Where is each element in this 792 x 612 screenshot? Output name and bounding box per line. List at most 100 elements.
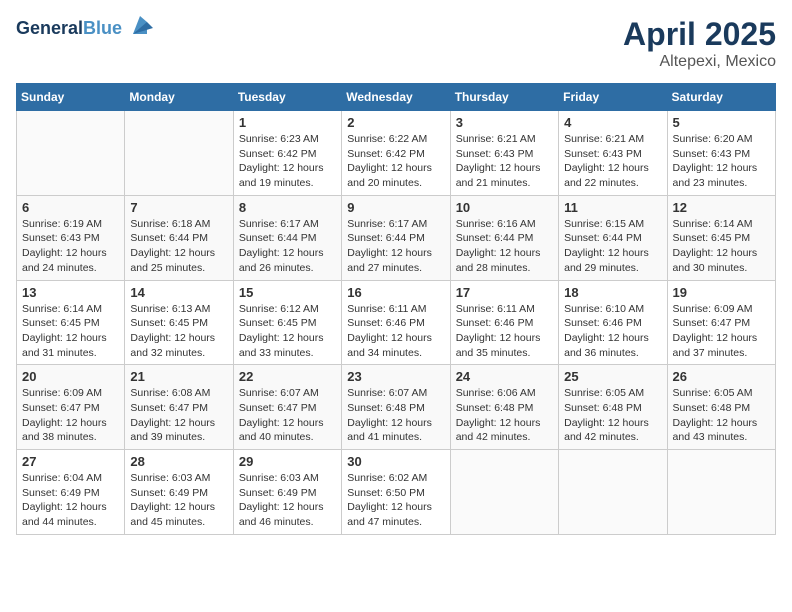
calendar-day-cell: 11 Sunrise: 6:15 AMSunset: 6:44 PMDayligh…	[559, 195, 667, 280]
day-info: Sunrise: 6:05 AMSunset: 6:48 PMDaylight:…	[564, 386, 661, 445]
calendar-week-row: 6 Sunrise: 6:19 AMSunset: 6:43 PMDaylight…	[17, 195, 776, 280]
calendar-day-cell: 22 Sunrise: 6:07 AMSunset: 6:47 PMDayligh…	[233, 365, 341, 450]
calendar-day-cell: 17 Sunrise: 6:11 AMSunset: 6:46 PMDayligh…	[450, 280, 558, 365]
weekday-header: Friday	[559, 84, 667, 111]
day-number: 3	[456, 115, 553, 130]
calendar-day-cell: 15 Sunrise: 6:12 AMSunset: 6:45 PMDayligh…	[233, 280, 341, 365]
calendar-table: SundayMondayTuesdayWednesdayThursdayFrid…	[16, 83, 776, 535]
calendar-day-cell: 23Sunrise: 6:07 AMSunset: 6:48 PMDayligh…	[342, 365, 450, 450]
day-number: 8	[239, 200, 336, 215]
day-info: Sunrise: 6:16 AMSunset: 6:44 PMDaylight:…	[456, 217, 553, 276]
day-info: Sunrise: 6:20 AMSunset: 6:43 PMDaylight:…	[673, 132, 770, 191]
day-number: 18	[564, 285, 661, 300]
calendar-day-cell: 14 Sunrise: 6:13 AMSunset: 6:45 PMDayligh…	[125, 280, 233, 365]
day-number: 2	[347, 115, 444, 130]
calendar-day-cell: 24 Sunrise: 6:06 AMSunset: 6:48 PMDayligh…	[450, 365, 558, 450]
calendar-day-cell: 29 Sunrise: 6:03 AMSunset: 6:49 PMDayligh…	[233, 450, 341, 535]
day-number: 29	[239, 454, 336, 469]
day-info: Sunrise: 6:10 AMSunset: 6:46 PMDaylight:…	[564, 302, 661, 361]
day-info: Sunrise: 6:14 AMSunset: 6:45 PMDaylight:…	[22, 302, 119, 361]
day-number: 11	[564, 200, 661, 215]
day-info: Sunrise: 6:11 AMSunset: 6:46 PMDaylight:…	[347, 302, 444, 361]
calendar-week-row: 13 Sunrise: 6:14 AMSunset: 6:45 PMDayligh…	[17, 280, 776, 365]
calendar-day-cell: 30 Sunrise: 6:02 AMSunset: 6:50 PMDayligh…	[342, 450, 450, 535]
day-info: Sunrise: 6:17 AMSunset: 6:44 PMDaylight:…	[347, 217, 444, 276]
calendar-day-cell: 28Sunrise: 6:03 AMSunset: 6:49 PMDayligh…	[125, 450, 233, 535]
day-number: 16	[347, 285, 444, 300]
weekday-header: Sunday	[17, 84, 125, 111]
day-number: 10	[456, 200, 553, 215]
day-number: 22	[239, 369, 336, 384]
calendar-day-cell: 6 Sunrise: 6:19 AMSunset: 6:43 PMDaylight…	[17, 195, 125, 280]
logo-text: GeneralBlue	[16, 18, 122, 40]
day-number: 24	[456, 369, 553, 384]
day-number: 13	[22, 285, 119, 300]
calendar-day-cell: 10 Sunrise: 6:16 AMSunset: 6:44 PMDayligh…	[450, 195, 558, 280]
calendar-day-cell: 25Sunrise: 6:05 AMSunset: 6:48 PMDayligh…	[559, 365, 667, 450]
day-number: 15	[239, 285, 336, 300]
day-info: Sunrise: 6:03 AMSunset: 6:49 PMDaylight:…	[239, 471, 336, 530]
day-info: Sunrise: 6:19 AMSunset: 6:43 PMDaylight:…	[22, 217, 119, 276]
logo-icon	[125, 12, 155, 42]
calendar-day-cell	[667, 450, 775, 535]
weekday-header: Monday	[125, 84, 233, 111]
calendar-day-cell	[125, 111, 233, 196]
calendar-day-cell: 16 Sunrise: 6:11 AMSunset: 6:46 PMDayligh…	[342, 280, 450, 365]
calendar-header-row: SundayMondayTuesdayWednesdayThursdayFrid…	[17, 84, 776, 111]
day-number: 7	[130, 200, 227, 215]
calendar-day-cell: 26 Sunrise: 6:05 AMSunset: 6:48 PMDayligh…	[667, 365, 775, 450]
calendar-day-cell	[450, 450, 558, 535]
calendar-day-cell: 4Sunrise: 6:21 AMSunset: 6:43 PMDaylight…	[559, 111, 667, 196]
weekday-header: Wednesday	[342, 84, 450, 111]
weekday-header: Saturday	[667, 84, 775, 111]
page-subtitle: Altepexi, Mexico	[623, 53, 776, 71]
calendar-day-cell: 13 Sunrise: 6:14 AMSunset: 6:45 PMDayligh…	[17, 280, 125, 365]
day-number: 6	[22, 200, 119, 215]
day-info: Sunrise: 6:07 AMSunset: 6:47 PMDaylight:…	[239, 386, 336, 445]
day-info: Sunrise: 6:13 AMSunset: 6:45 PMDaylight:…	[130, 302, 227, 361]
page-header: GeneralBlue April 2025 Altepexi, Mexico	[16, 16, 776, 71]
title-block: April 2025 Altepexi, Mexico	[623, 16, 776, 71]
day-number: 14	[130, 285, 227, 300]
calendar-day-cell: 8 Sunrise: 6:17 AMSunset: 6:44 PMDaylight…	[233, 195, 341, 280]
day-info: Sunrise: 6:09 AMSunset: 6:47 PMDaylight:…	[22, 386, 119, 445]
day-number: 5	[673, 115, 770, 130]
weekday-header: Tuesday	[233, 84, 341, 111]
calendar-day-cell: 3 Sunrise: 6:21 AMSunset: 6:43 PMDaylight…	[450, 111, 558, 196]
calendar-day-cell: 7 Sunrise: 6:18 AMSunset: 6:44 PMDaylight…	[125, 195, 233, 280]
day-info: Sunrise: 6:04 AMSunset: 6:49 PMDaylight:…	[22, 471, 119, 530]
calendar-day-cell	[559, 450, 667, 535]
day-info: Sunrise: 6:12 AMSunset: 6:45 PMDaylight:…	[239, 302, 336, 361]
day-info: Sunrise: 6:15 AMSunset: 6:44 PMDaylight:…	[564, 217, 661, 276]
page-title: April 2025	[623, 16, 776, 53]
day-number: 30	[347, 454, 444, 469]
day-info: Sunrise: 6:06 AMSunset: 6:48 PMDaylight:…	[456, 386, 553, 445]
day-info: Sunrise: 6:17 AMSunset: 6:44 PMDaylight:…	[239, 217, 336, 276]
day-info: Sunrise: 6:21 AMSunset: 6:43 PMDaylight:…	[456, 132, 553, 191]
day-number: 9	[347, 200, 444, 215]
day-info: Sunrise: 6:02 AMSunset: 6:50 PMDaylight:…	[347, 471, 444, 530]
day-info: Sunrise: 6:09 AMSunset: 6:47 PMDaylight:…	[673, 302, 770, 361]
calendar-day-cell: 21Sunrise: 6:08 AMSunset: 6:47 PMDayligh…	[125, 365, 233, 450]
day-info: Sunrise: 6:08 AMSunset: 6:47 PMDaylight:…	[130, 386, 227, 445]
calendar-day-cell: 2 Sunrise: 6:22 AMSunset: 6:42 PMDaylight…	[342, 111, 450, 196]
day-number: 28	[130, 454, 227, 469]
day-info: Sunrise: 6:11 AMSunset: 6:46 PMDaylight:…	[456, 302, 553, 361]
day-number: 26	[673, 369, 770, 384]
calendar-day-cell: 20 Sunrise: 6:09 AMSunset: 6:47 PMDayligh…	[17, 365, 125, 450]
calendar-week-row: 27 Sunrise: 6:04 AMSunset: 6:49 PMDayligh…	[17, 450, 776, 535]
calendar-day-cell	[17, 111, 125, 196]
logo: GeneralBlue	[16, 16, 155, 42]
day-info: Sunrise: 6:18 AMSunset: 6:44 PMDaylight:…	[130, 217, 227, 276]
day-info: Sunrise: 6:07 AMSunset: 6:48 PMDaylight:…	[347, 386, 444, 445]
day-info: Sunrise: 6:22 AMSunset: 6:42 PMDaylight:…	[347, 132, 444, 191]
calendar-day-cell: 27 Sunrise: 6:04 AMSunset: 6:49 PMDayligh…	[17, 450, 125, 535]
day-number: 27	[22, 454, 119, 469]
day-info: Sunrise: 6:23 AMSunset: 6:42 PMDaylight:…	[239, 132, 336, 191]
day-number: 19	[673, 285, 770, 300]
day-info: Sunrise: 6:21 AMSunset: 6:43 PMDaylight:…	[564, 132, 661, 191]
day-number: 20	[22, 369, 119, 384]
day-info: Sunrise: 6:05 AMSunset: 6:48 PMDaylight:…	[673, 386, 770, 445]
calendar-week-row: 1Sunrise: 6:23 AMSunset: 6:42 PMDaylight…	[17, 111, 776, 196]
day-number: 17	[456, 285, 553, 300]
